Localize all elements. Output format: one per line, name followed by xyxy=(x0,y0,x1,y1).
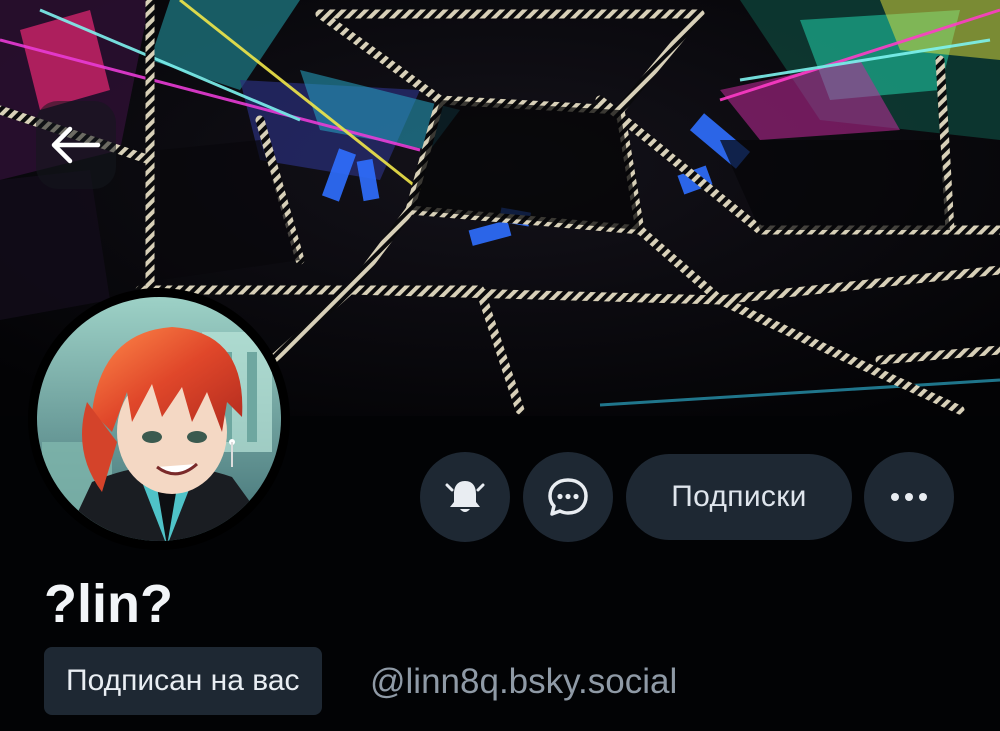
following-button[interactable]: Подписки xyxy=(626,454,852,540)
bell-icon xyxy=(445,481,485,512)
message-button[interactable] xyxy=(523,452,613,542)
arrow-left-icon xyxy=(51,126,101,164)
notifications-button[interactable] xyxy=(420,452,510,542)
profile-page: Подписки ?lin? Подписан на вас @linn8q.b… xyxy=(0,0,1000,731)
user-handle: @linn8q.bsky.social xyxy=(370,662,678,701)
avatar[interactable] xyxy=(32,292,286,546)
display-name: ?lin? xyxy=(44,574,173,634)
more-horizontal-icon xyxy=(891,493,927,501)
more-options-button[interactable] xyxy=(864,452,954,542)
avatar-image xyxy=(37,297,281,541)
follows-you-badge: Подписан на вас xyxy=(44,647,322,715)
back-button[interactable] xyxy=(36,101,116,189)
chat-bubble-icon xyxy=(548,478,588,516)
